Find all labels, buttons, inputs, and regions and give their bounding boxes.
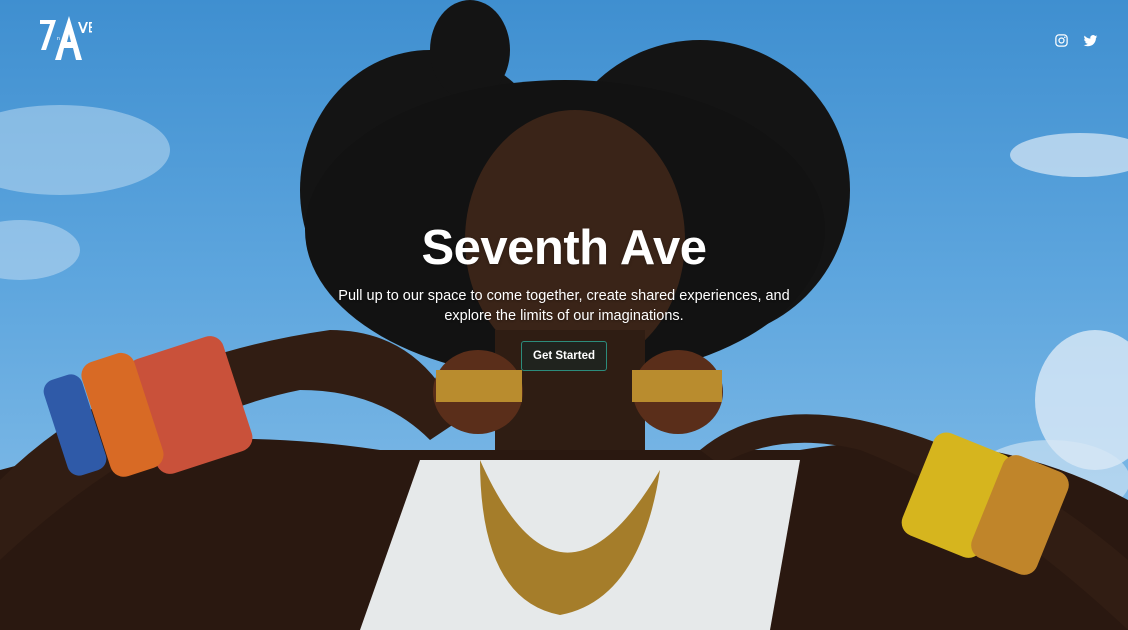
social-links	[1054, 33, 1098, 48]
hero-content: Seventh Ave Pull up to our space to come…	[0, 218, 1128, 371]
twitter-icon[interactable]	[1083, 33, 1098, 48]
brand-logo[interactable]: n	[38, 14, 92, 64]
hero-section: n Seventh Ave Pull up to our space to co…	[0, 0, 1128, 630]
svg-text:n: n	[57, 36, 60, 42]
get-started-button[interactable]: Get Started	[521, 341, 607, 371]
instagram-icon[interactable]	[1054, 33, 1069, 48]
hero-subtitle: Pull up to our space to come together, c…	[338, 288, 790, 324]
hero-title: Seventh Ave	[421, 221, 707, 275]
